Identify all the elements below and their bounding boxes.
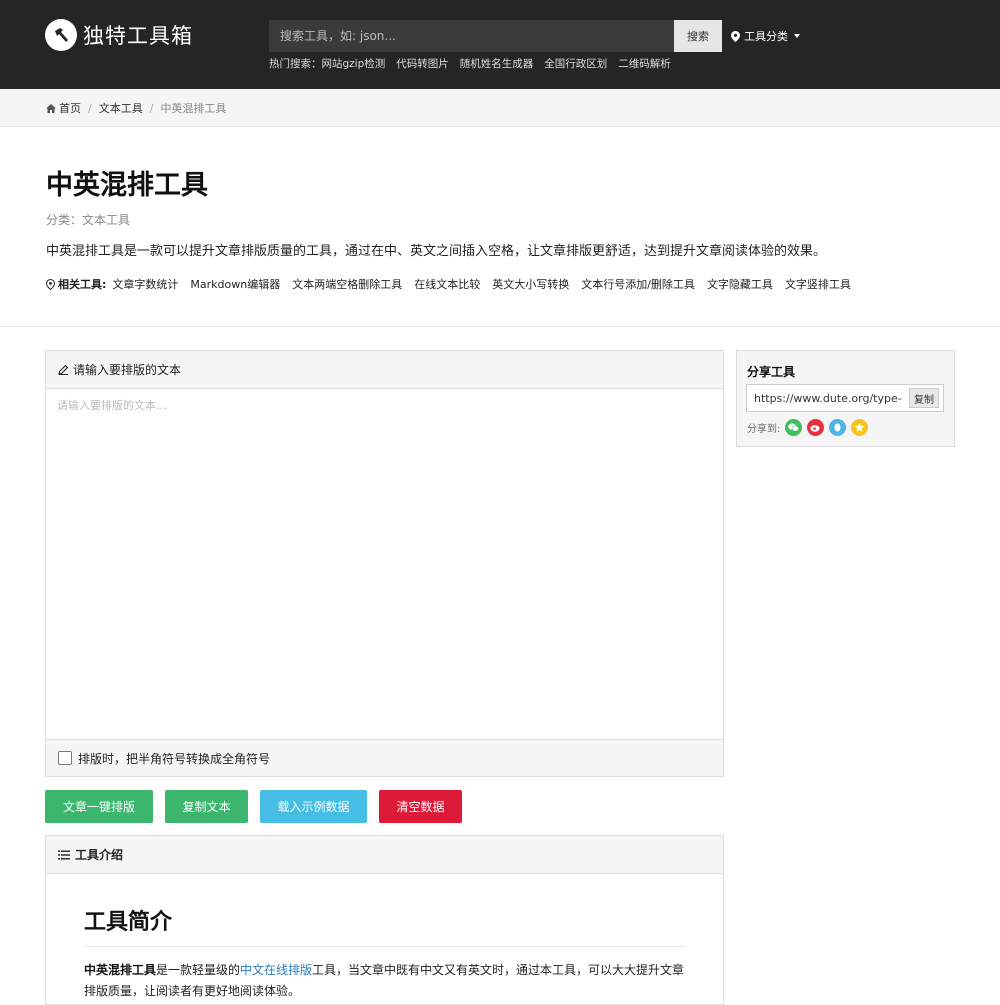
share-title: 分享工具 — [747, 365, 796, 379]
page-title: 中英混排工具 — [46, 170, 208, 201]
fullwidth-symbol-label[interactable]: 排版时，把半角符号转换成全角符号 — [78, 750, 270, 767]
clear-data-button[interactable]: 清空数据 — [379, 790, 462, 823]
hot-search-link[interactable]: 代码转图片 — [396, 56, 449, 71]
related-tools: 相关工具: 文章字数统计 Markdown编辑器 文本两端空格删除工具 在线文本… — [46, 276, 851, 292]
copy-text-button[interactable]: 复制文本 — [165, 790, 248, 823]
qq-icon[interactable] — [829, 419, 847, 436]
weibo-icon[interactable] — [807, 419, 825, 436]
related-tool-link[interactable]: 文本两端空格删除工具 — [292, 276, 402, 292]
format-text-button[interactable]: 文章一键排版 — [45, 790, 153, 823]
breadcrumb-bar: 首页 / 文本工具 / 中英混排工具 — [0, 89, 1000, 127]
logo-text: 独特工具箱 — [83, 24, 193, 48]
hot-search-link[interactable]: 全国行政区划 — [544, 56, 607, 71]
pencil-icon — [58, 364, 69, 375]
text-input-area[interactable] — [46, 389, 723, 739]
hammer-icon — [45, 19, 77, 51]
intro-text-part: 是一款轻量级的 — [156, 963, 241, 977]
site-logo[interactable]: 独特工具箱 — [45, 19, 193, 51]
breadcrumb: 首页 / 文本工具 / 中英混排工具 — [46, 100, 226, 116]
related-tool-link[interactable]: Markdown编辑器 — [190, 276, 280, 292]
editor-panel: 请输入要排版的文本 排版时，把半角符号转换成全角符号 — [45, 350, 724, 777]
editor-panel-header: 请输入要排版的文本 — [46, 351, 723, 389]
related-tools-label: 相关工具: — [58, 278, 107, 291]
related-tool-link[interactable]: 在线文本比较 — [414, 276, 480, 292]
tool-category-dropdown[interactable]: 工具分类 — [731, 28, 800, 44]
tool-description: 中英混排工具是一款可以提升文章排版质量的工具，通过在中、英文之间插入空格，让文章… — [46, 244, 827, 259]
intro-link[interactable]: 中文在线排版 — [240, 963, 312, 977]
tool-category: 分类：文本工具 — [46, 213, 131, 227]
hot-searches: 热门搜索： 网站gzip检测 代码转图片 随机姓名生成器 全国行政区划 二维码解… — [269, 56, 671, 71]
share-targets: 分享到: — [747, 419, 869, 436]
share-url-box: 复制 — [746, 384, 944, 412]
hot-search-link[interactable]: 二维码解析 — [618, 56, 671, 71]
editor-options: 排版时，把半角符号转换成全角符号 — [46, 739, 723, 776]
related-tool-link[interactable]: 文字隐藏工具 — [707, 276, 773, 292]
intro-paragraph: 中英混排工具是一款轻量级的中文在线排版工具，当文章中既有中文又有英文时，通过本工… — [84, 960, 686, 1002]
breadcrumb-separator: / — [88, 101, 92, 115]
related-tools-heading: 相关工具: — [46, 276, 106, 292]
list-icon — [58, 850, 70, 859]
search-button[interactable]: 搜索 — [674, 20, 722, 52]
breadcrumb-current: 中英混排工具 — [160, 102, 227, 115]
share-panel: 分享工具 复制 分享到: — [736, 350, 955, 447]
map-marker-icon — [46, 278, 55, 290]
load-sample-button[interactable]: 载入示例数据 — [260, 790, 367, 823]
map-pin-icon — [731, 30, 740, 42]
editor-panel-title: 请输入要排版的文本 — [73, 363, 182, 377]
intro-tool-name: 中英混排工具 — [84, 963, 157, 977]
intro-title: 工具简介 — [84, 904, 686, 947]
home-icon — [46, 103, 56, 113]
tool-header-section: 中英混排工具 分类：文本工具 中英混排工具是一款可以提升文章排版质量的工具，通过… — [0, 127, 1000, 327]
search-input[interactable] — [269, 20, 674, 52]
qzone-icon[interactable] — [851, 419, 869, 436]
share-url-input[interactable] — [747, 385, 909, 411]
caret-down-icon — [794, 34, 800, 38]
breadcrumb-separator: / — [149, 101, 154, 115]
tool-intro-panel: 工具介绍 工具简介 中英混排工具是一款轻量级的中文在线排版工具，当文章中既有中文… — [45, 835, 724, 1005]
related-tool-link[interactable]: 文字竖排工具 — [785, 276, 851, 292]
share-to-label: 分享到: — [747, 424, 781, 435]
hot-search-label: 热门搜索： — [269, 58, 322, 70]
related-tool-link[interactable]: 文本行号添加/删除工具 — [581, 276, 695, 292]
tool-intro-header: 工具介绍 — [46, 836, 723, 874]
breadcrumb-section[interactable]: 文本工具 — [99, 100, 143, 116]
related-tool-link[interactable]: 英文大小写转换 — [492, 276, 569, 292]
top-navbar: 独特工具箱 搜索 工具分类 热门搜索： 网站gzip检测 代码转图片 随机姓名生… — [0, 0, 1000, 89]
fullwidth-symbol-checkbox[interactable] — [58, 751, 72, 765]
hot-search-link[interactable]: 随机姓名生成器 — [460, 56, 534, 71]
wechat-icon[interactable] — [785, 419, 803, 436]
breadcrumb-home[interactable]: 首页 — [59, 100, 81, 116]
hot-search-link[interactable]: 网站gzip检测 — [322, 56, 386, 71]
related-tool-link[interactable]: 文章字数统计 — [112, 276, 178, 292]
copy-url-button[interactable]: 复制 — [909, 388, 939, 408]
category-menu-label: 工具分类 — [744, 30, 788, 43]
tool-intro-header-label: 工具介绍 — [75, 848, 124, 862]
